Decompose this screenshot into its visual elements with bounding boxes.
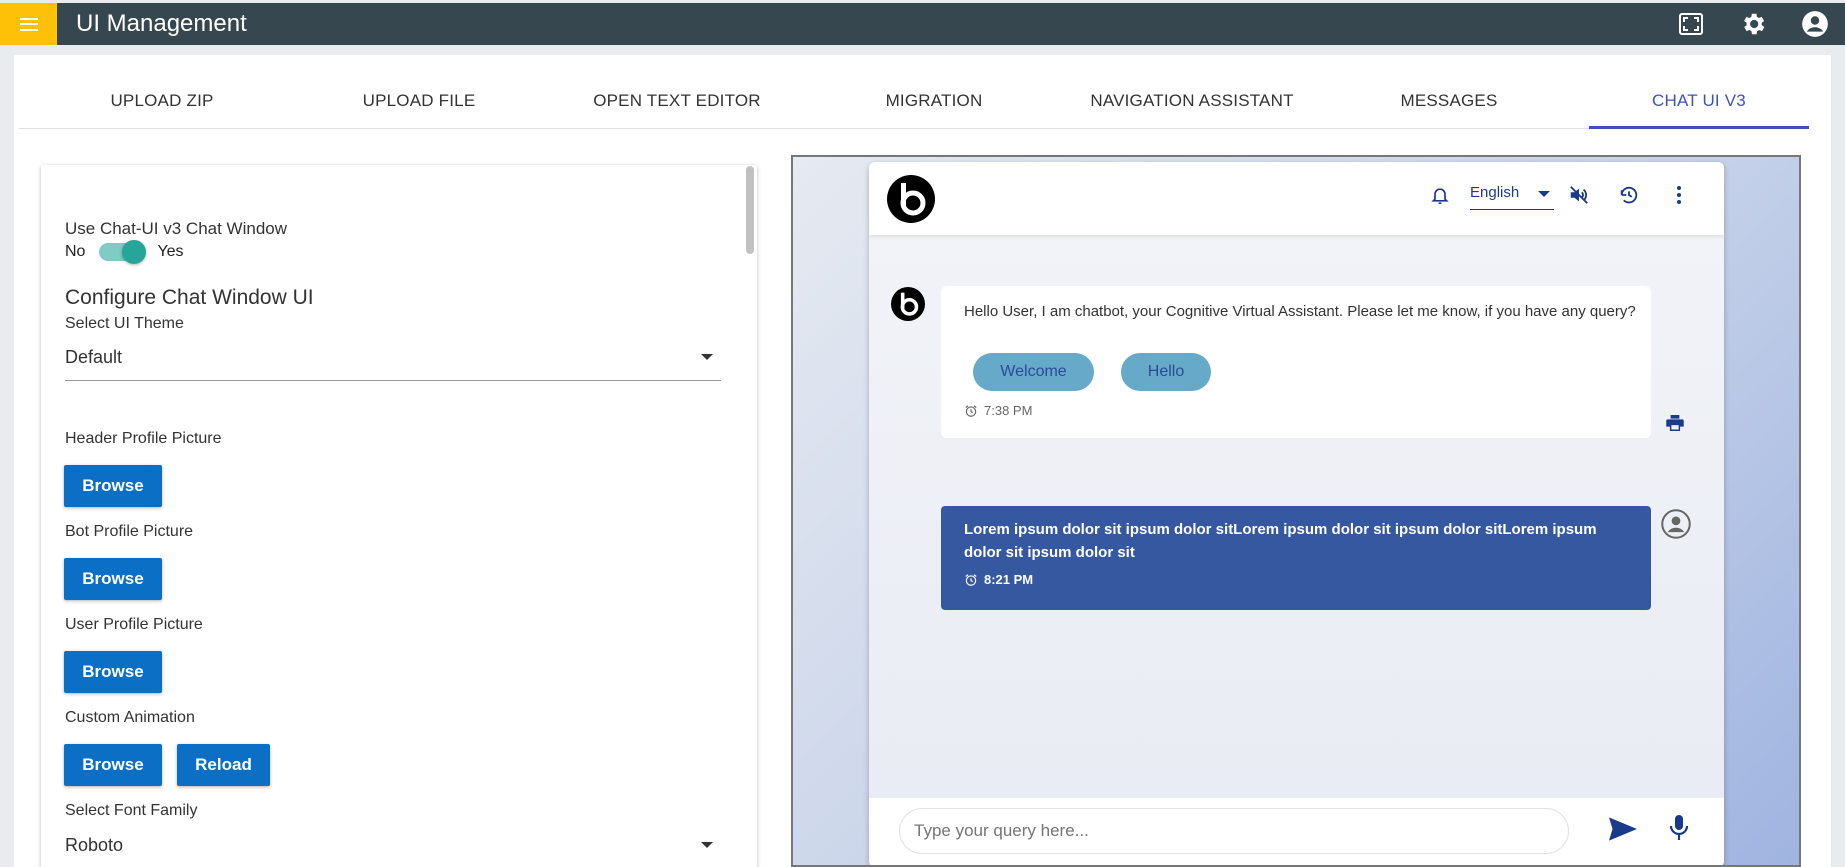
tab-upload-zip[interactable]: UPLOAD ZIP — [52, 73, 272, 129]
bot-avatar-icon — [891, 287, 927, 323]
tab-messages[interactable]: MESSAGES — [1339, 73, 1559, 129]
config-panel: Use Chat-UI v3 Chat Window No Yes Config… — [41, 165, 757, 867]
bell-icon[interactable] — [1427, 182, 1453, 208]
history-icon[interactable] — [1616, 182, 1642, 208]
tab-navigation-assistant[interactable]: NAVIGATION ASSISTANT — [1082, 73, 1302, 129]
menu-icon — [19, 17, 38, 31]
animation-label: Custom Animation — [65, 709, 195, 726]
account-icon[interactable] — [1799, 8, 1831, 40]
fullscreen-icon[interactable] — [1675, 8, 1707, 40]
chevron-down-icon — [701, 842, 713, 848]
chevron-down-icon — [1538, 191, 1550, 197]
tab-migration[interactable]: MIGRATION — [824, 73, 1044, 129]
toggle-knob — [122, 240, 147, 264]
main-card: UPLOAD ZIP UPLOAD FILE OPEN TEXT EDITOR … — [14, 55, 1831, 867]
user-pic-browse-button[interactable]: Browse — [64, 651, 162, 693]
font-value: Roboto — [65, 835, 124, 855]
language-value: English — [1470, 184, 1520, 201]
bot-time: 7:38 PM — [984, 403, 1033, 418]
chevron-down-icon — [701, 354, 713, 360]
chat-input-bar — [869, 798, 1724, 865]
chat-window: English Hello User, I am chatbot, your C — [869, 162, 1724, 865]
user-pic-label: User Profile Picture — [65, 616, 203, 633]
theme-label: Select UI Theme — [65, 315, 184, 332]
user-time: 8:21 PM — [984, 572, 1034, 587]
section-title: Configure Chat Window UI — [65, 286, 314, 309]
theme-value: Default — [65, 347, 123, 367]
mic-icon[interactable] — [1669, 815, 1689, 846]
v3-toggle-row: No Yes — [65, 240, 184, 264]
active-tab-indicator — [1589, 126, 1809, 129]
menu-button[interactable] — [0, 3, 57, 45]
toggle-yes-label: Yes — [157, 243, 184, 260]
tab-upload-file[interactable]: UPLOAD FILE — [309, 73, 529, 129]
user-timestamp: 8:21 PM — [964, 572, 1033, 587]
tab-open-text-editor[interactable]: OPEN TEXT EDITOR — [567, 73, 787, 129]
animation-browse-button[interactable]: Browse — [64, 744, 162, 786]
quick-reply-hello[interactable]: Hello — [1121, 353, 1211, 391]
bot-message-text: Hello User, I am chatbot, your Cognitive… — [964, 303, 1636, 320]
more-vert-icon[interactable] — [1666, 182, 1692, 208]
theme-select[interactable]: Default — [65, 337, 721, 381]
bot-message-bubble: Hello User, I am chatbot, your Cognitive… — [941, 286, 1651, 438]
chat-input[interactable] — [899, 808, 1569, 854]
chat-header: English — [869, 162, 1724, 235]
alarm-icon — [965, 573, 977, 586]
mute-icon[interactable] — [1566, 182, 1592, 208]
language-select[interactable]: English — [1470, 180, 1554, 210]
user-avatar-icon — [1661, 509, 1691, 539]
print-icon[interactable] — [1666, 415, 1684, 436]
chat-preview: English Hello User, I am chatbot, your C — [791, 155, 1801, 867]
tab-chat-ui-v3[interactable]: CHAT UI V3 — [1589, 73, 1809, 129]
bot-logo-icon — [887, 175, 935, 223]
send-icon[interactable] — [1609, 817, 1637, 846]
font-label: Select Font Family — [65, 802, 198, 819]
gear-icon[interactable] — [1737, 8, 1769, 40]
user-message-bubble: Lorem ipsum dolor sit ipsum dolor sitLor… — [941, 506, 1651, 610]
animation-reload-button[interactable]: Reload — [177, 744, 270, 786]
header-pic-label: Header Profile Picture — [65, 430, 222, 447]
bot-timestamp: 7:38 PM — [964, 403, 1032, 418]
use-v3-toggle[interactable] — [99, 240, 147, 264]
header-pic-browse-button[interactable]: Browse — [64, 465, 162, 507]
app-toolbar: UI Management — [0, 3, 1845, 45]
toggle-no-label: No — [65, 243, 86, 260]
quick-reply-welcome[interactable]: Welcome — [973, 353, 1094, 391]
font-select[interactable]: Roboto — [65, 825, 721, 867]
app-title: UI Management — [76, 10, 247, 37]
alarm-icon — [965, 404, 977, 417]
config-scrollbar[interactable] — [746, 166, 754, 254]
bot-pic-label: Bot Profile Picture — [65, 523, 194, 540]
bot-pic-browse-button[interactable]: Browse — [64, 558, 162, 600]
tab-bar: UPLOAD ZIP UPLOAD FILE OPEN TEXT EDITOR … — [19, 73, 1809, 129]
use-v3-label: Use Chat-UI v3 Chat Window — [65, 219, 288, 238]
user-message-text: Lorem ipsum dolor sit ipsum dolor sitLor… — [964, 521, 1597, 561]
